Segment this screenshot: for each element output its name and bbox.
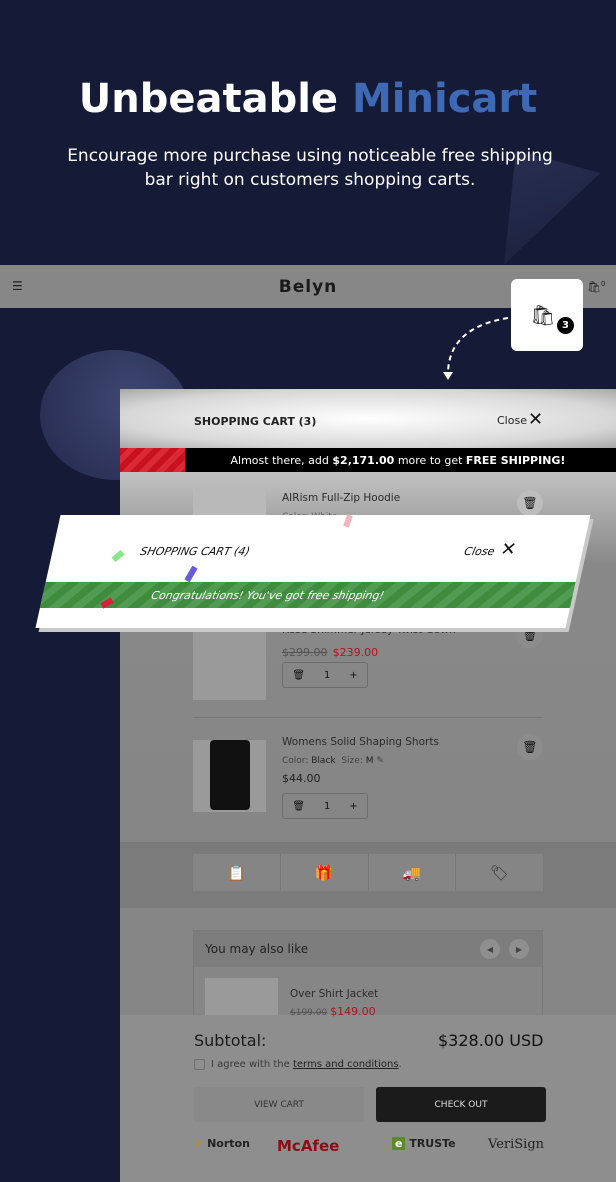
free-shipping-bar: Almost there, add $2,171.00 more to get … <box>120 448 616 472</box>
trash-icon[interactable]: 🗑 <box>292 670 305 681</box>
product-image[interactable] <box>205 978 278 1018</box>
verisign-text: VeriSign <box>488 1137 545 1152</box>
free-shipping-success-card: SHOPPING CART (4) Close ✕ Congratulation… <box>35 515 591 628</box>
verisign-logo: VeriSign <box>488 1137 544 1152</box>
view-cart-button[interactable]: VIEW CART <box>194 1087 364 1122</box>
color-label: Color: <box>282 756 309 766</box>
product-name[interactable]: Over Shirt Jacket <box>290 988 378 1000</box>
product-image[interactable] <box>193 628 266 700</box>
remove-item-icon[interactable]: 🗑 <box>517 490 543 516</box>
terms-text: I agree with the terms and conditions. <box>211 1059 402 1070</box>
hero-subtitle: Encourage more purchase using noticeable… <box>67 146 553 190</box>
cart-title: SHOPPING CART (3) <box>194 415 317 428</box>
shipping-progress-fill <box>120 448 185 472</box>
gift-icon[interactable]: 🎁 <box>281 854 369 891</box>
size-value: M <box>365 756 374 766</box>
subtotal-label: Subtotal: <box>194 1031 267 1050</box>
truste-logo: e TRUSTe <box>392 1137 456 1150</box>
prev-arrow-icon[interactable]: ◀ <box>480 939 500 959</box>
product-variant: Color: Black Size: M ✎ <box>282 756 384 766</box>
terms-row: I agree with the terms and conditions. <box>194 1059 402 1070</box>
shipping-amount: $2,171.00 <box>332 453 395 467</box>
mcafee-text: McAfee <box>277 1137 340 1155</box>
product-name[interactable]: Womens Solid Shaping Shorts <box>282 736 439 748</box>
terms-link[interactable]: terms and conditions <box>293 1059 399 1070</box>
next-arrow-icon[interactable]: ▶ <box>509 939 529 959</box>
close-button[interactable]: Close <box>497 414 527 427</box>
sale-price: $149.00 <box>330 1005 376 1018</box>
norton-text: Norton <box>207 1137 250 1150</box>
hero-title: Unbeatable Minicart <box>0 76 616 122</box>
old-price: $199.00 <box>290 1008 328 1018</box>
close-icon[interactable]: ✕ <box>528 409 543 430</box>
quantity-value[interactable]: 1 <box>324 670 330 681</box>
dashed-arrow-icon <box>443 317 509 380</box>
trash-icon[interactable]: 🗑 <box>292 801 305 812</box>
truck-icon[interactable]: 🚚 <box>369 854 457 891</box>
upsell-title: You may also like <box>205 942 309 956</box>
terms-prefix: I agree with the <box>211 1059 293 1070</box>
store-logo[interactable]: Belyn <box>279 277 338 297</box>
quantity-stepper[interactable]: 🗑 1 + <box>282 793 368 819</box>
plus-icon[interactable]: + <box>349 670 357 681</box>
norton-logo: ✔ Norton <box>194 1137 250 1150</box>
old-price: $299.00 <box>282 646 328 659</box>
mcafee-logo: McAfee <box>277 1137 339 1155</box>
terms-checkbox[interactable] <box>194 1059 205 1070</box>
product-price: $44.00 <box>282 772 321 785</box>
quantity-value[interactable]: 1 <box>324 801 330 812</box>
title-accent: Minicart <box>351 76 538 122</box>
cart-count-badge: 3 <box>557 317 574 334</box>
color-value: Black <box>311 756 336 766</box>
subtotal-value: $328.00 USD <box>438 1031 544 1050</box>
cart-tools-row: 📋 🎁 🚚 🏷 <box>193 854 543 891</box>
quantity-stepper[interactable]: 🗑 1 + <box>282 662 368 688</box>
header-cart-count: 0 <box>600 280 606 288</box>
plus-icon[interactable]: + <box>349 801 357 812</box>
divider <box>193 717 543 718</box>
overlay-close-button[interactable]: Close <box>463 545 496 558</box>
menu-icon[interactable]: ☰ <box>12 279 23 293</box>
tag-icon[interactable]: 🏷 <box>456 854 543 891</box>
title-text: Unbeatable <box>78 76 339 122</box>
size-label: Size: <box>341 756 363 766</box>
shipping-bold: FREE SHIPPING! <box>465 453 566 467</box>
note-icon[interactable]: 📋 <box>193 854 281 891</box>
remove-item-icon[interactable]: 🗑 <box>517 734 543 760</box>
cart-button[interactable]: 🛍 3 <box>511 279 583 351</box>
checkout-button[interactable]: CHECK OUT <box>376 1087 546 1122</box>
shopping-bag-icon: 🛍 <box>530 303 556 327</box>
close-icon[interactable]: ✕ <box>499 539 519 560</box>
terms-suffix: . <box>398 1059 402 1070</box>
product-image[interactable] <box>193 740 266 812</box>
success-shipping-bar: Congratulations! You've got free shippin… <box>39 582 576 608</box>
upsell-price: $199.00 $149.00 <box>290 1005 376 1018</box>
shipping-text: Almost there, add <box>230 453 333 467</box>
product-name[interactable]: AIRism Full-Zip Hoodie <box>282 492 400 504</box>
success-message: Congratulations! You've got free shippin… <box>150 588 386 602</box>
edit-icon[interactable]: ✎ <box>376 756 384 766</box>
shipping-text-mid: more to get <box>394 453 466 467</box>
product-price: $299.00 $239.00 <box>282 641 378 660</box>
overlay-cart-title: SHOPPING CART (4) <box>138 545 252 558</box>
sale-price: $239.00 <box>332 646 379 659</box>
truste-text: TRUSTe <box>409 1137 456 1150</box>
header-cart-icon[interactable]: 🛍0 <box>587 280 605 294</box>
